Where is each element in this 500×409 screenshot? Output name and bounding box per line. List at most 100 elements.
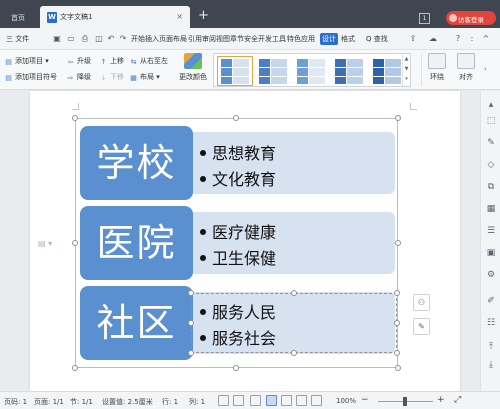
window-count-badge[interactable]: 1 (419, 13, 430, 24)
edit-style-icon[interactable]: ✎ (413, 318, 430, 335)
menu-start[interactable]: 开始 (131, 34, 145, 44)
menu-sections[interactable]: 章节 (230, 34, 244, 44)
resize-handle[interactable] (395, 240, 401, 246)
bullet-item[interactable]: 思想教育 (200, 140, 276, 164)
add-bullet-button[interactable]: ▤ 添加项目符号 (4, 72, 57, 82)
view-focus-icon[interactable] (311, 395, 322, 406)
shape-handle[interactable] (291, 290, 297, 296)
shape-handle[interactable] (188, 350, 194, 356)
view-web-icon[interactable] (296, 395, 307, 406)
sidebar-prev-icon[interactable]: ⤒ (485, 341, 497, 353)
right-to-left-button[interactable]: ⇆ 从右至左 (129, 56, 168, 66)
new-tab-button[interactable]: + (198, 9, 209, 22)
redo-icon[interactable]: ↷ (118, 34, 128, 44)
add-item-button[interactable]: ▤ 添加项目 ▾ (4, 56, 49, 66)
sidebar-copy-icon[interactable]: ⧉ (485, 181, 497, 193)
style-thumb-1[interactable] (217, 56, 253, 86)
cloud-icon[interactable]: ☁ (428, 34, 438, 44)
sidebar-shape-icon[interactable]: ◇ (485, 159, 497, 171)
change-color-button[interactable]: 更改颜色 (176, 53, 210, 82)
tab-document[interactable]: W 文字文稿1 × (40, 6, 190, 28)
resize-handle[interactable] (233, 115, 239, 121)
close-tab-icon[interactable]: × (176, 12, 183, 21)
search-button[interactable]: Q 查找 (366, 34, 388, 44)
shape-handle[interactable] (188, 320, 194, 326)
menu-dev-tools[interactable]: 开发工具 (258, 34, 286, 44)
shape-handle[interactable] (291, 350, 297, 356)
style-thumb-3[interactable] (294, 57, 328, 85)
sidebar-edit-icon[interactable]: ✐ (485, 295, 497, 307)
style-thumb-2[interactable] (256, 57, 290, 85)
label-box-hospital[interactable]: 医院 (80, 206, 193, 280)
print-icon[interactable]: ⎙ (80, 34, 90, 44)
save-icon[interactable]: ▣ (52, 34, 62, 44)
status-column[interactable]: 列: 1 (189, 397, 205, 407)
spellcheck-icon[interactable] (218, 395, 229, 406)
wrap-button[interactable]: 环绕 (426, 53, 448, 82)
sidebar-brush-icon[interactable]: ✎ (485, 137, 497, 149)
label-box-school[interactable]: 学校 (80, 126, 193, 200)
menu-insert[interactable]: 插入 (145, 34, 159, 44)
sidebar-style-icon[interactable]: ⬚ (485, 115, 497, 127)
guest-login-button[interactable]: 访客登录 (446, 11, 496, 25)
sidebar-table-icon[interactable]: ▦ (485, 203, 497, 215)
zoom-level[interactable]: 100% (336, 397, 356, 405)
move-down-button[interactable]: ↓ 下移 (99, 72, 124, 82)
menu-format[interactable]: 格式 (341, 34, 355, 44)
collapse-ribbon-icon[interactable]: ^ (481, 34, 491, 44)
shape-handle[interactable] (188, 290, 194, 296)
status-section[interactable]: 节: 1/1 (70, 397, 93, 407)
bullet-item[interactable]: 卫生保健 (200, 245, 276, 269)
resize-handle[interactable] (233, 365, 239, 371)
track-changes-icon[interactable] (233, 395, 244, 406)
view-outline-icon[interactable] (281, 395, 292, 406)
resize-handle[interactable] (72, 365, 78, 371)
menu-review[interactable]: 审阅 (202, 34, 216, 44)
paragraph-marker-icon[interactable]: ▤ ▾ (38, 239, 52, 248)
zoom-in-icon[interactable]: + (437, 395, 445, 405)
bullet-item[interactable]: 医疗健康 (200, 219, 276, 243)
share-icon[interactable]: ⇪ (408, 34, 418, 44)
status-page-count[interactable]: 页面: 1/1 (34, 397, 64, 407)
shape-handle[interactable] (394, 350, 400, 356)
view-page-icon[interactable] (266, 395, 277, 406)
help-icon[interactable]: ? (453, 34, 463, 44)
status-setting-value[interactable]: 设置值: 2.5厘米 (102, 397, 153, 407)
shape-handle[interactable] (394, 290, 400, 296)
layout-options-icon[interactable]: ⚇ (413, 294, 430, 311)
menu-security[interactable]: 安全 (244, 34, 258, 44)
menu-design[interactable]: 设计 (320, 33, 338, 45)
fit-window-icon[interactable]: ⤢ (454, 395, 461, 405)
smartart-style-gallery[interactable]: ▲ ▼ ▾ (213, 53, 411, 87)
view-read-icon[interactable] (250, 395, 261, 406)
menu-features[interactable]: 特色应用 (287, 34, 315, 44)
status-page-number[interactable]: 页码: 1 (4, 397, 27, 407)
zoom-slider-knob[interactable] (403, 397, 407, 406)
preview-icon[interactable]: ◫ (94, 34, 104, 44)
resize-handle[interactable] (72, 240, 78, 246)
promote-button[interactable]: ⇦ 升级 (66, 56, 91, 66)
label-box-community[interactable]: 社区 (80, 286, 193, 360)
style-thumb-4[interactable] (332, 57, 366, 85)
sidebar-scroll-up-icon[interactable]: ▴ (485, 99, 497, 111)
menu-page-layout[interactable]: 页面布局 (159, 34, 187, 44)
layout-button[interactable]: ▦ 布局 ▾ (129, 72, 160, 82)
sidebar-settings-icon[interactable]: ⚙ (485, 269, 497, 281)
gallery-scroll[interactable]: ▲ ▼ ▾ (402, 54, 410, 86)
bullet-item[interactable]: 文化教育 (200, 166, 276, 190)
demote-button[interactable]: ⇨ 降级 (66, 72, 91, 82)
undo-icon[interactable]: ↶ (106, 34, 116, 44)
tab-home[interactable]: 首页 (0, 8, 38, 28)
zoom-out-icon[interactable]: − (361, 395, 369, 405)
move-up-button[interactable]: ↑ 上移 (99, 56, 124, 66)
resize-handle[interactable] (395, 115, 401, 121)
menu-view[interactable]: 视图 (216, 34, 230, 44)
style-thumb-5[interactable] (370, 57, 404, 85)
open-icon[interactable]: ▭ (66, 34, 76, 44)
more-icon[interactable]: : (467, 34, 477, 44)
status-row[interactable]: 行: 1 (162, 397, 178, 407)
align-button[interactable]: 对齐 (453, 53, 479, 82)
menu-references[interactable]: 引用 (188, 34, 202, 44)
ribbon-more-icon[interactable]: › (484, 65, 487, 73)
sidebar-next-icon[interactable]: ⤓ (485, 359, 497, 371)
